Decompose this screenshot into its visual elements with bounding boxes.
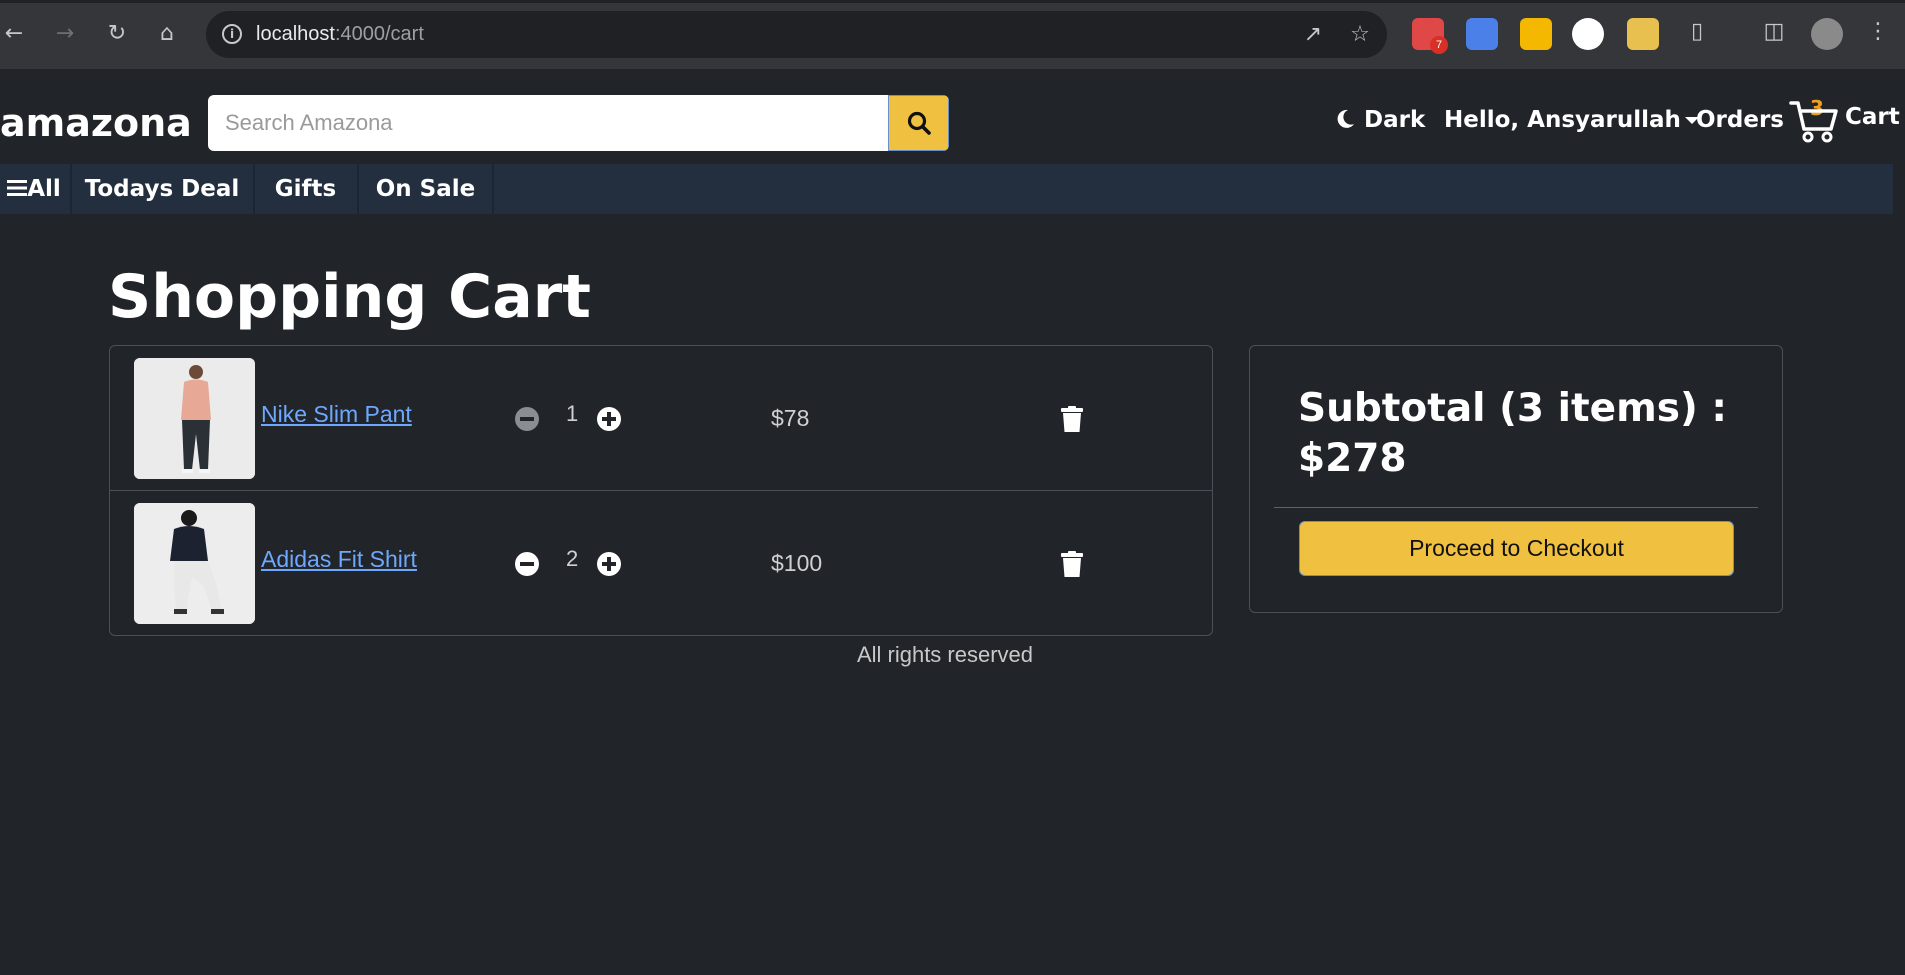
share-icon[interactable]: ↗ [1300, 22, 1326, 48]
summary-divider [1274, 507, 1758, 508]
search-button[interactable] [888, 95, 949, 151]
side-panel-icon[interactable]: ◫ [1760, 18, 1788, 46]
proceed-to-checkout-button[interactable]: Proceed to Checkout [1299, 521, 1734, 576]
tab-strip [0, 0, 1905, 3]
page-title: Shopping Cart [108, 262, 591, 332]
search-input[interactable] [208, 95, 888, 151]
increase-quantity-button[interactable] [597, 407, 621, 431]
decrease-quantity-button[interactable] [515, 407, 539, 431]
order-summary-card: Subtotal (3 items) : $278 Proceed to Che… [1249, 345, 1783, 613]
back-icon[interactable]: ← [0, 20, 28, 48]
person-pant-image [134, 358, 255, 479]
address-bar[interactable]: i localhost:4000/cart ↗ ☆ [206, 11, 1387, 58]
product-image [134, 503, 255, 624]
quantity-value: 1 [566, 401, 579, 426]
cart-item-row: Nike Slim Pant 1 $78 [110, 346, 1212, 491]
mascot-extension-icon[interactable] [1572, 18, 1604, 50]
cart-items-list: Nike Slim Pant 1 $78 Adidas Fit Shirt 2 … [109, 345, 1213, 636]
hamburger-icon [7, 180, 28, 196]
increase-quantity-button[interactable] [597, 552, 621, 576]
search-icon [907, 111, 931, 135]
all-label: All [27, 176, 61, 202]
moon-icon [1337, 109, 1354, 128]
folder-extension-icon[interactable] [1627, 18, 1659, 50]
app-navbar: amazona Dark Hello, Ansyarullah Orders 3… [0, 69, 1905, 164]
todo-extension-icon[interactable]: 7 [1412, 18, 1448, 54]
trash-icon[interactable] [1061, 406, 1083, 432]
footer-text: All rights reserved [856, 642, 1034, 667]
forward-icon[interactable]: → [51, 20, 79, 48]
site-info-icon[interactable]: i [222, 24, 242, 44]
nav-item-on-sale[interactable]: On Sale [359, 164, 492, 214]
user-label: Hello, Ansyarullah [1444, 107, 1681, 133]
search-form [208, 95, 949, 151]
url-host: localhost [256, 23, 335, 45]
cart-icon[interactable] [1789, 99, 1839, 143]
product-link[interactable]: Adidas Fit Shirt [261, 546, 417, 573]
cart-item-row: Adidas Fit Shirt 2 $100 [110, 490, 1212, 635]
nav-item-todays-deal[interactable]: Todays Deal [72, 164, 252, 214]
item-price: $100 [771, 550, 823, 576]
nav-item-gifts[interactable]: Gifts [255, 164, 356, 214]
nav-divider [492, 164, 494, 214]
theme-toggle[interactable]: Dark [1334, 107, 1425, 133]
theme-label: Dark [1364, 107, 1426, 133]
extension-badge: 7 [1430, 36, 1448, 54]
cart-link[interactable]: Cart [1845, 104, 1900, 130]
user-dropdown[interactable]: Hello, Ansyarullah [1444, 107, 1699, 133]
product-image [134, 358, 255, 479]
url-path: :4000/cart [334, 23, 424, 45]
url-text[interactable]: localhost:4000/cart [256, 23, 424, 46]
home-icon[interactable]: ⌂ [153, 20, 181, 48]
item-price: $78 [771, 405, 810, 431]
brand-logo[interactable]: amazona [0, 101, 192, 145]
product-link[interactable]: Nike Slim Pant [261, 401, 412, 428]
trash-icon[interactable] [1061, 551, 1083, 577]
profile-avatar[interactable] [1811, 18, 1843, 50]
keep-extension-icon[interactable] [1520, 18, 1552, 50]
menu-kebab-icon[interactable]: ⋮ [1864, 18, 1892, 46]
browser-toolbar: ← → ↻ ⌂ i localhost:4000/cart ↗ ☆ 7 ▯ ◫ … [0, 0, 1905, 69]
translate-extension-icon[interactable] [1466, 18, 1498, 50]
category-nav: All Todays Deal Gifts On Sale [0, 164, 1893, 214]
orders-link[interactable]: Orders [1696, 107, 1784, 133]
decrease-quantity-button[interactable] [515, 552, 539, 576]
extensions-puzzle-icon[interactable]: ▯ [1683, 18, 1711, 46]
reload-icon[interactable]: ↻ [103, 20, 131, 48]
quantity-value: 2 [566, 546, 579, 571]
all-menu-button[interactable]: All [4, 164, 64, 214]
person-shirt-image [134, 503, 255, 624]
star-icon[interactable]: ☆ [1347, 22, 1373, 48]
subtotal-heading: Subtotal (3 items) : $278 [1298, 386, 1727, 481]
